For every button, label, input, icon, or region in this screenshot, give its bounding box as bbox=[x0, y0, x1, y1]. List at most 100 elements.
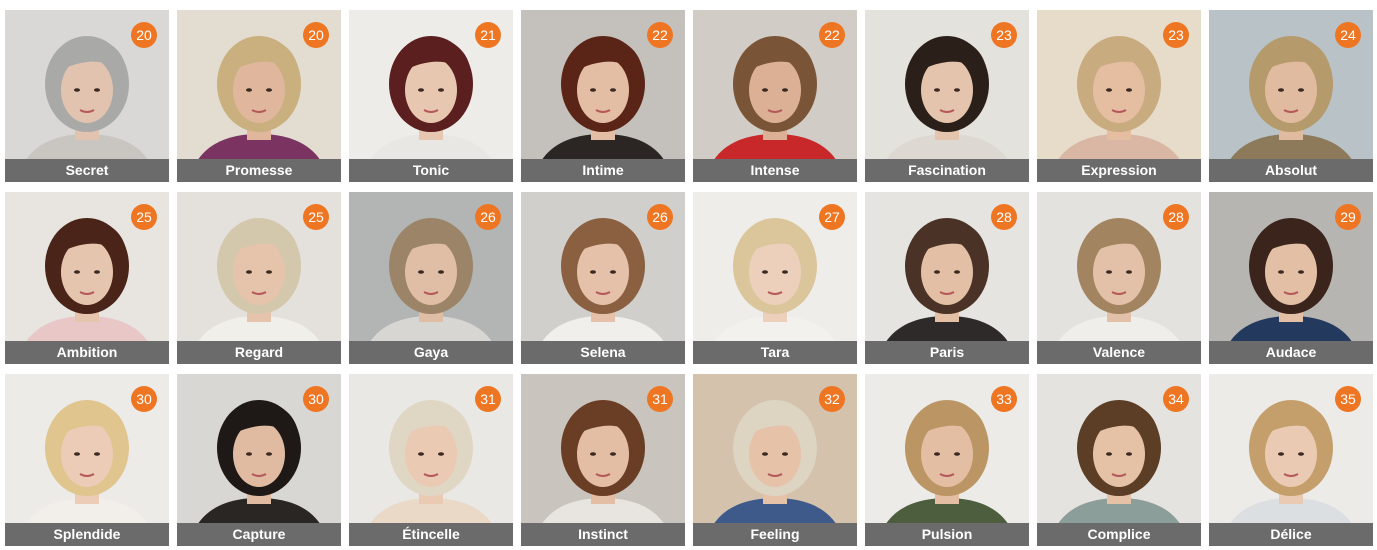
page-number-badge: 26 bbox=[647, 204, 673, 230]
eye-shape bbox=[1298, 270, 1304, 274]
page-number-badge: 29 bbox=[1335, 204, 1361, 230]
page-number-badge: 26 bbox=[475, 204, 501, 230]
page-number-badge: 20 bbox=[131, 22, 157, 48]
wig-name-label: Selena bbox=[521, 341, 685, 364]
face-shape bbox=[233, 421, 285, 487]
wig-card[interactable]: 33 Pulsion bbox=[865, 374, 1029, 546]
page-number-badge: 33 bbox=[991, 386, 1017, 412]
page-number-badge: 21 bbox=[475, 22, 501, 48]
wig-name-label: Secret bbox=[5, 159, 169, 182]
wig-card[interactable]: 30 Capture bbox=[177, 374, 341, 546]
wig-name-label: Promesse bbox=[177, 159, 341, 182]
eye-shape bbox=[1278, 88, 1284, 92]
face-shape bbox=[61, 239, 113, 305]
eye-shape bbox=[266, 452, 272, 456]
wig-card[interactable]: 27 Tara bbox=[693, 192, 857, 364]
eye-shape bbox=[1278, 270, 1284, 274]
eye-shape bbox=[74, 88, 80, 92]
face-shape bbox=[749, 421, 801, 487]
eye-shape bbox=[438, 270, 444, 274]
eye-shape bbox=[1106, 270, 1112, 274]
face-shape bbox=[577, 421, 629, 487]
eye-shape bbox=[266, 88, 272, 92]
wig-catalog-grid: 20 Secret 20 Promesse 21 Tonic 22 Intime 22 Inten… bbox=[0, 0, 1377, 550]
wig-card[interactable]: 29 Audace bbox=[1209, 192, 1373, 364]
face-shape bbox=[749, 239, 801, 305]
face-shape bbox=[1265, 421, 1317, 487]
wig-card[interactable]: 20 Secret bbox=[5, 10, 169, 182]
eye-shape bbox=[1298, 88, 1304, 92]
eye-shape bbox=[94, 88, 100, 92]
eye-shape bbox=[954, 452, 960, 456]
face-shape bbox=[405, 239, 457, 305]
page-number-badge: 30 bbox=[131, 386, 157, 412]
face-shape bbox=[577, 57, 629, 123]
wig-name-label: Paris bbox=[865, 341, 1029, 364]
wig-card[interactable]: 22 Intense bbox=[693, 10, 857, 182]
eye-shape bbox=[1126, 270, 1132, 274]
wig-card[interactable]: 34 Complice bbox=[1037, 374, 1201, 546]
eye-shape bbox=[1106, 452, 1112, 456]
wig-card[interactable]: 31 Instinct bbox=[521, 374, 685, 546]
page-number-badge: 31 bbox=[475, 386, 501, 412]
page-number-badge: 25 bbox=[303, 204, 329, 230]
eye-shape bbox=[762, 452, 768, 456]
eye-shape bbox=[590, 452, 596, 456]
face-shape bbox=[405, 421, 457, 487]
wig-card[interactable]: 25 Regard bbox=[177, 192, 341, 364]
eye-shape bbox=[246, 270, 252, 274]
eye-shape bbox=[610, 88, 616, 92]
page-number-badge: 35 bbox=[1335, 386, 1361, 412]
eye-shape bbox=[94, 452, 100, 456]
eye-shape bbox=[762, 88, 768, 92]
page-number-badge: 28 bbox=[1163, 204, 1189, 230]
wig-card[interactable]: 24 Absolut bbox=[1209, 10, 1373, 182]
wig-card[interactable]: 28 Paris bbox=[865, 192, 1029, 364]
face-shape bbox=[1093, 421, 1145, 487]
face-shape bbox=[921, 57, 973, 123]
page-number-badge: 27 bbox=[819, 204, 845, 230]
wig-card[interactable]: 23 Fascination bbox=[865, 10, 1029, 182]
face-shape bbox=[1265, 57, 1317, 123]
face-shape bbox=[405, 57, 457, 123]
wig-name-label: Splendide bbox=[5, 523, 169, 546]
eye-shape bbox=[934, 452, 940, 456]
face-shape bbox=[1093, 239, 1145, 305]
page-number-badge: 32 bbox=[819, 386, 845, 412]
eye-shape bbox=[438, 452, 444, 456]
wig-card[interactable]: 28 Valence bbox=[1037, 192, 1201, 364]
wig-name-label: Ambition bbox=[5, 341, 169, 364]
wig-card[interactable]: 30 Splendide bbox=[5, 374, 169, 546]
wig-card[interactable]: 25 Ambition bbox=[5, 192, 169, 364]
wig-name-label: Tonic bbox=[349, 159, 513, 182]
wig-card[interactable]: 23 Expression bbox=[1037, 10, 1201, 182]
face-shape bbox=[577, 239, 629, 305]
wig-name-label: Délice bbox=[1209, 523, 1373, 546]
page-number-badge: 23 bbox=[1163, 22, 1189, 48]
eye-shape bbox=[610, 452, 616, 456]
wig-name-label: Capture bbox=[177, 523, 341, 546]
eye-shape bbox=[782, 270, 788, 274]
eye-shape bbox=[782, 452, 788, 456]
wig-card[interactable]: 21 Tonic bbox=[349, 10, 513, 182]
wig-name-label: Tara bbox=[693, 341, 857, 364]
wig-card[interactable]: 20 Promesse bbox=[177, 10, 341, 182]
wig-card[interactable]: 26 Gaya bbox=[349, 192, 513, 364]
eye-shape bbox=[1126, 88, 1132, 92]
wig-card[interactable]: 31 Étincelle bbox=[349, 374, 513, 546]
wig-card[interactable]: 35 Délice bbox=[1209, 374, 1373, 546]
eye-shape bbox=[610, 270, 616, 274]
face-shape bbox=[1265, 239, 1317, 305]
eye-shape bbox=[954, 88, 960, 92]
eye-shape bbox=[418, 88, 424, 92]
page-number-badge: 22 bbox=[819, 22, 845, 48]
eye-shape bbox=[74, 452, 80, 456]
eye-shape bbox=[1126, 452, 1132, 456]
wig-card[interactable]: 26 Selena bbox=[521, 192, 685, 364]
wig-card[interactable]: 32 Feeling bbox=[693, 374, 857, 546]
wig-name-label: Audace bbox=[1209, 341, 1373, 364]
wig-name-label: Valence bbox=[1037, 341, 1201, 364]
eye-shape bbox=[1106, 88, 1112, 92]
wig-card[interactable]: 22 Intime bbox=[521, 10, 685, 182]
page-number-badge: 23 bbox=[991, 22, 1017, 48]
